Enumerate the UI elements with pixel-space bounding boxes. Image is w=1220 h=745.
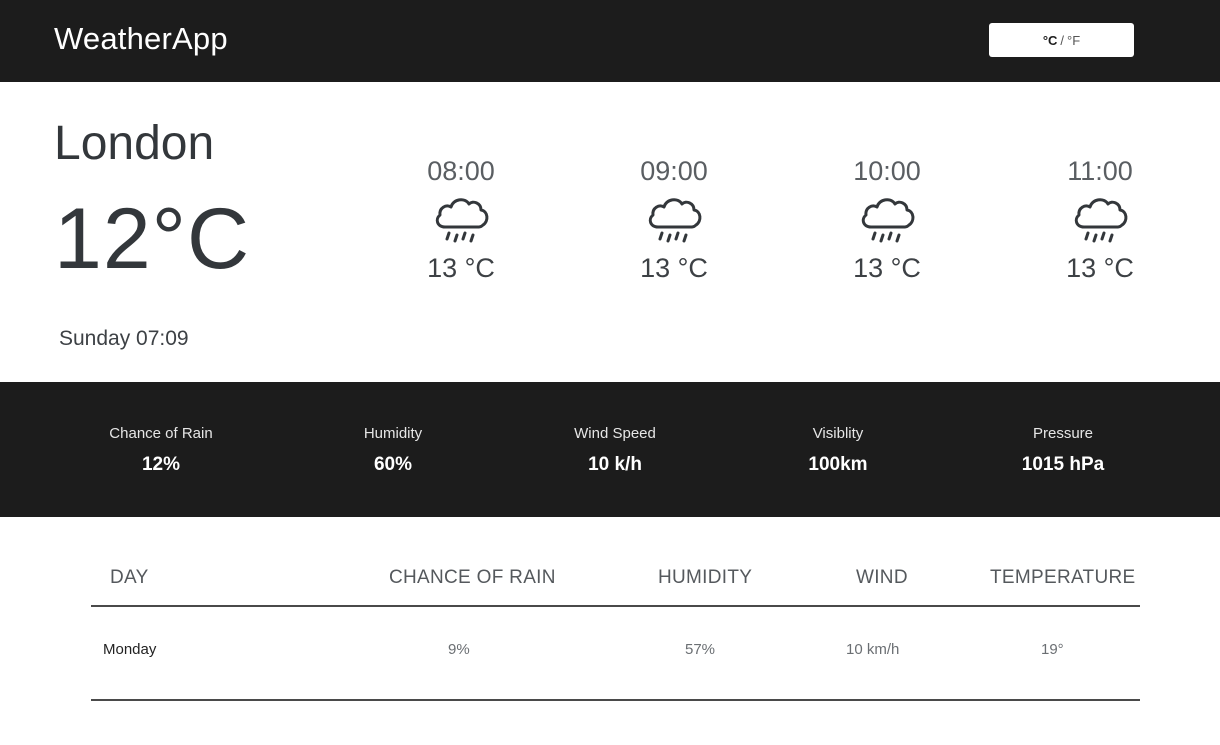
hourly-item-0900: 09:00 13 °C [604, 156, 744, 284]
column-header-humidity: HUMIDITY [658, 567, 753, 588]
hour-temperature: 13 °C [1066, 253, 1134, 283]
stat-value: 10 k/h [588, 454, 642, 475]
stat-value: 60% [373, 454, 413, 475]
row-divider [91, 699, 1140, 701]
hour-time: 10:00 [853, 156, 921, 186]
rain-cloud-icon [861, 198, 915, 243]
hourly-item-1100: 11:00 13 °C [1030, 156, 1170, 284]
column-header-temperature: TEMPERATURE [990, 567, 1136, 588]
header-divider [91, 605, 1140, 607]
column-header-chance-of-rain: CHANCE OF RAIN [389, 567, 556, 588]
stat-visibility: Visiblity 100km [738, 425, 938, 476]
column-header-wind: WIND [856, 567, 908, 588]
stat-value: 1015 hPa [1021, 454, 1105, 475]
hourly-item-0800: 08:00 13 °C [391, 156, 531, 284]
current-weather-panel: London 12°C Sunday 07:09 08:00 13 °C 09:… [0, 82, 1220, 382]
hour-time: 09:00 [640, 156, 708, 186]
hour-time: 08:00 [427, 156, 495, 186]
unit-fahrenheit[interactable]: °F [1067, 33, 1080, 48]
stat-label: Pressure [1032, 425, 1094, 442]
weather-stats-bar: Chance of Rain 12% Humidity 60% Wind Spe… [0, 382, 1220, 517]
hour-temperature: 13 °C [427, 253, 495, 283]
hour-time: 11:00 [1067, 156, 1133, 186]
stat-label: Chance of Rain [109, 425, 213, 442]
cell-chance-of-rain: 9% [448, 641, 470, 658]
rain-cloud-icon [648, 198, 702, 243]
app-title[interactable]: WeatherApp [54, 21, 228, 57]
stat-value: 12% [141, 454, 181, 475]
hourly-forecast: 08:00 13 °C 09:00 13 °C 10:00 13 °C 11:0… [0, 82, 1220, 382]
hourly-item-1000: 10:00 13 °C [817, 156, 957, 284]
rain-cloud-icon [435, 198, 489, 243]
unit-celsius[interactable]: °C [1043, 33, 1058, 48]
hour-temperature: 13 °C [853, 253, 921, 283]
unit-toggle-button[interactable]: °C / °F [989, 23, 1134, 57]
stat-chance-of-rain: Chance of Rain 12% [61, 425, 261, 476]
stat-humidity: Humidity 60% [293, 425, 493, 476]
rain-cloud-icon [1074, 198, 1128, 243]
unit-separator: / [1060, 32, 1065, 48]
cell-temperature: 19° [1041, 641, 1064, 658]
column-header-day: DAY [110, 567, 149, 588]
cell-humidity: 57% [685, 641, 716, 658]
stat-label: Visiblity [812, 425, 864, 442]
stat-label: Wind Speed [574, 425, 656, 442]
stat-label: Humidity [363, 425, 423, 442]
cell-day: Monday [103, 641, 157, 658]
cell-wind: 10 km/h [846, 641, 900, 658]
stat-wind-speed: Wind Speed 10 k/h [515, 425, 715, 476]
stat-pressure: Pressure 1015 hPa [963, 425, 1163, 476]
hour-temperature: 13 °C [640, 253, 708, 283]
stat-value: 100km [808, 454, 868, 475]
top-bar: WeatherApp °C / °F [0, 0, 1220, 82]
